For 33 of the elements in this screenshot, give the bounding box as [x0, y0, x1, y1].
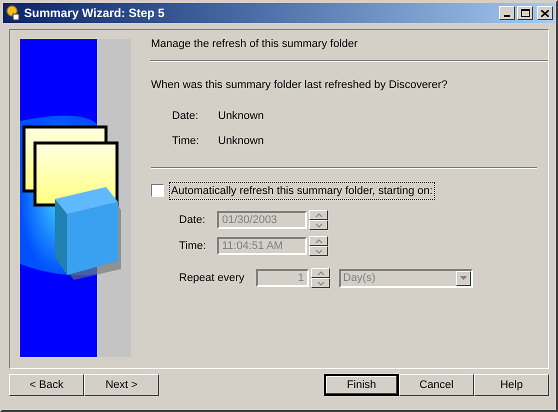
dropdown-arrow-button[interactable]	[456, 270, 471, 286]
minimize-icon	[504, 15, 510, 17]
auto-refresh-label[interactable]: Automatically refresh this summary folder, starting on:	[169, 182, 435, 200]
window-title: Summary Wizard: Step 5	[24, 5, 166, 22]
step-heading: Manage the refresh of this summary folder	[151, 36, 358, 52]
wizard-button[interactable]: Next >	[84, 374, 159, 396]
spin-up-button[interactable]	[309, 210, 328, 220]
field-label: Date:	[179, 212, 206, 228]
field-value: Unknown	[218, 108, 264, 124]
spin-down-button[interactable]	[309, 220, 328, 230]
maximize-button[interactable]	[517, 6, 533, 20]
field-value: Unknown	[218, 134, 264, 149]
spin-up-button[interactable]	[309, 236, 328, 246]
minimize-button[interactable]	[499, 6, 515, 20]
close-button[interactable]	[537, 6, 553, 20]
maximize-icon	[520, 9, 530, 17]
field-label: Repeat every	[179, 270, 246, 286]
spin-down-button[interactable]	[309, 246, 328, 256]
wizard-button[interactable]: Cancel	[399, 374, 474, 396]
wizard-button[interactable]: Help	[474, 374, 549, 396]
caret-icon	[460, 276, 467, 280]
app-icon	[5, 5, 21, 21]
spin-down-button[interactable]	[311, 278, 330, 288]
spin-up-button[interactable]	[311, 268, 330, 278]
wizard-button[interactable]: < Back	[9, 374, 84, 396]
question-text: When was this summary folder last refreshed by Discoverer?	[151, 78, 448, 93]
field-label: Time:	[172, 134, 200, 149]
field-label: Date:	[172, 108, 200, 124]
close-icon	[541, 10, 549, 16]
field-label: Time:	[179, 238, 208, 254]
dropdown-value: Day(s)	[342, 270, 376, 286]
wizard-button[interactable]: Finish	[324, 374, 399, 396]
auto-refresh-checkbox[interactable]	[151, 184, 164, 198]
